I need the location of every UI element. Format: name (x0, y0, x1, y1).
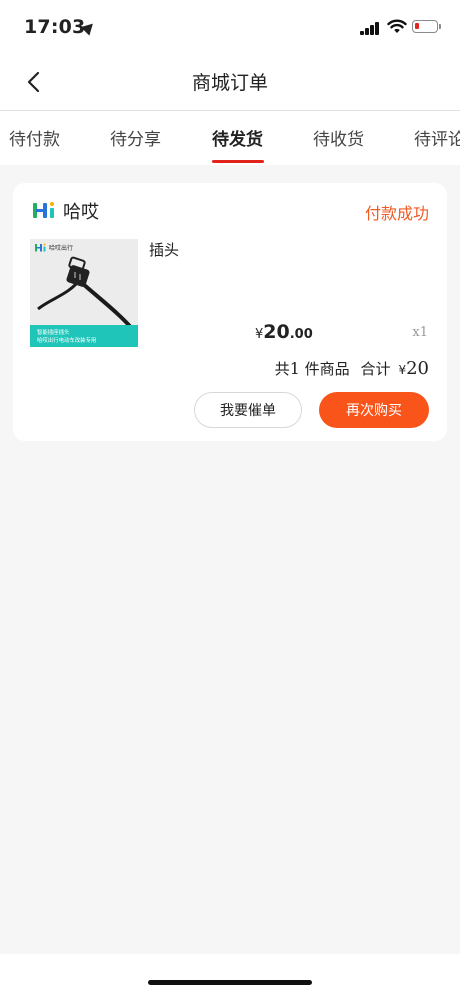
status-time: 17:03 (24, 16, 86, 38)
navigation-bar: 商城订单 (0, 56, 460, 111)
order-card[interactable]: 哈哎 付款成功 哈哎出行 智能插座插头 哈哎出行电动车改装专用 插头 ¥20.0… (13, 183, 447, 441)
product-image[interactable]: 哈哎出行 智能插座插头 哈哎出行电动车改装专用 (30, 239, 138, 347)
wifi-icon (387, 19, 407, 33)
battery-icon (412, 20, 438, 33)
order-status: 付款成功 (364, 204, 429, 223)
cellular-signal-icon (360, 22, 382, 35)
shop-logo-icon (33, 202, 54, 218)
product-name[interactable]: 插头 (149, 239, 179, 260)
order-summary: 共1 件商品 合计 ¥20 (274, 358, 429, 379)
tab-pending-share[interactable]: 待分享 (110, 125, 161, 150)
page-title: 商城订单 (191, 72, 268, 94)
shop-name[interactable]: 哈哎 (63, 198, 99, 224)
tab-pending-payment[interactable]: 待付款 (9, 125, 60, 150)
product-image-caption: 智能插座插头 哈哎出行电动车改装专用 (30, 325, 138, 347)
battery-cap (439, 24, 441, 29)
order-tabs: 待付款 待分享 待发货 待收货 待评论 (0, 111, 460, 165)
status-bar: 17:03 (0, 0, 460, 56)
active-tab-indicator (212, 160, 264, 163)
home-indicator[interactable] (148, 980, 312, 985)
tab-pending-receipt[interactable]: 待收货 (313, 125, 364, 150)
bottom-safe-area (0, 954, 460, 996)
product-price: ¥20.00 (255, 321, 313, 343)
urge-order-button[interactable]: 我要催单 (194, 392, 302, 428)
product-quantity: x1 (412, 325, 428, 340)
tab-pending-review[interactable]: 待评论 (414, 125, 460, 150)
tab-pending-shipment[interactable]: 待发货 (212, 125, 263, 150)
buy-again-button[interactable]: 再次购买 (319, 392, 429, 428)
